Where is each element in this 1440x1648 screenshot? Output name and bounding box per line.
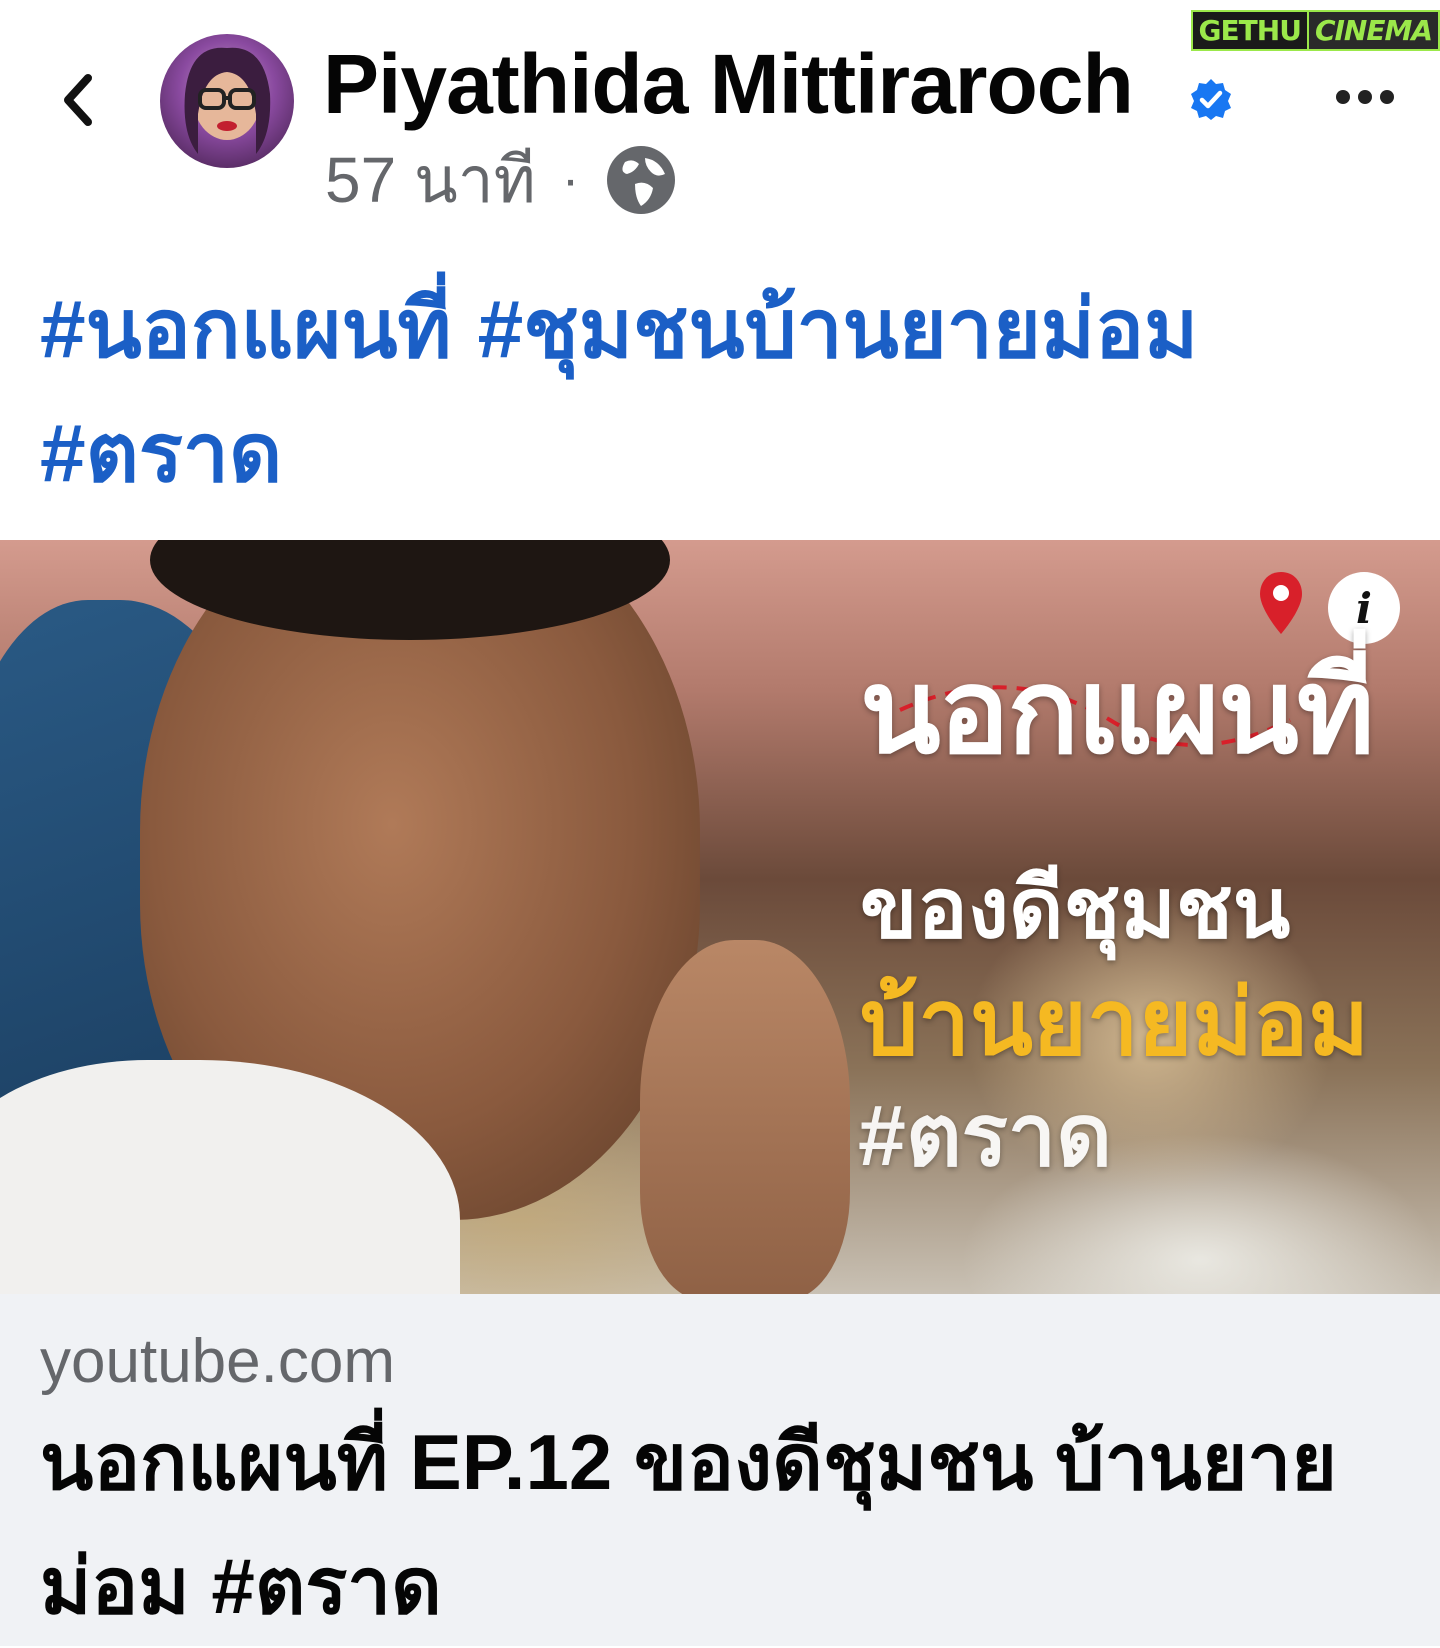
link-preview-image[interactable]: i นอกแผนที่ ของดีชุมชน บ้านยายม่อม #ตราด: [0, 540, 1440, 1294]
link-domain: youtube.com: [40, 1327, 395, 1396]
hashtag-link[interactable]: #นอกแผนที่: [40, 284, 452, 375]
post-header: Piyathida Mittiraroch 57 นาที ·: [0, 0, 1440, 235]
post-caption: #นอกแผนที่ #ชุมชนบ้านยายม่อม #ตราด: [40, 268, 1380, 516]
chevron-left-icon: [64, 74, 92, 126]
back-button[interactable]: [48, 60, 108, 140]
hashtag-link[interactable]: #ชุมชนบ้านยายม่อม: [478, 284, 1199, 375]
image-hand: [640, 940, 850, 1294]
post-meta: 57 นาที ·: [325, 140, 677, 220]
verified-badge-icon: [1191, 79, 1231, 120]
author-avatar[interactable]: [160, 34, 294, 168]
author-name[interactable]: Piyathida Mittiraroch: [323, 34, 1134, 134]
more-dots-icon: [1336, 90, 1394, 104]
post-time[interactable]: 57 นาที: [325, 140, 536, 220]
more-options-button[interactable]: [1325, 72, 1405, 122]
hashtag-link[interactable]: #ตราด: [40, 408, 282, 499]
meta-separator: ·: [561, 151, 580, 209]
link-preview-card[interactable]: youtube.com นอกแผนที่ EP.12 ของดีชุมชน บ…: [0, 1294, 1440, 1646]
overlay-title: นอกแผนที่: [860, 646, 1375, 778]
link-title[interactable]: นอกแผนที่ EP.12 ของดีชุมชน บ้านยายม่อม #…: [40, 1400, 1370, 1648]
overlay-hashtag: #ตราด: [858, 1088, 1113, 1184]
globe-icon[interactable]: [605, 144, 677, 216]
